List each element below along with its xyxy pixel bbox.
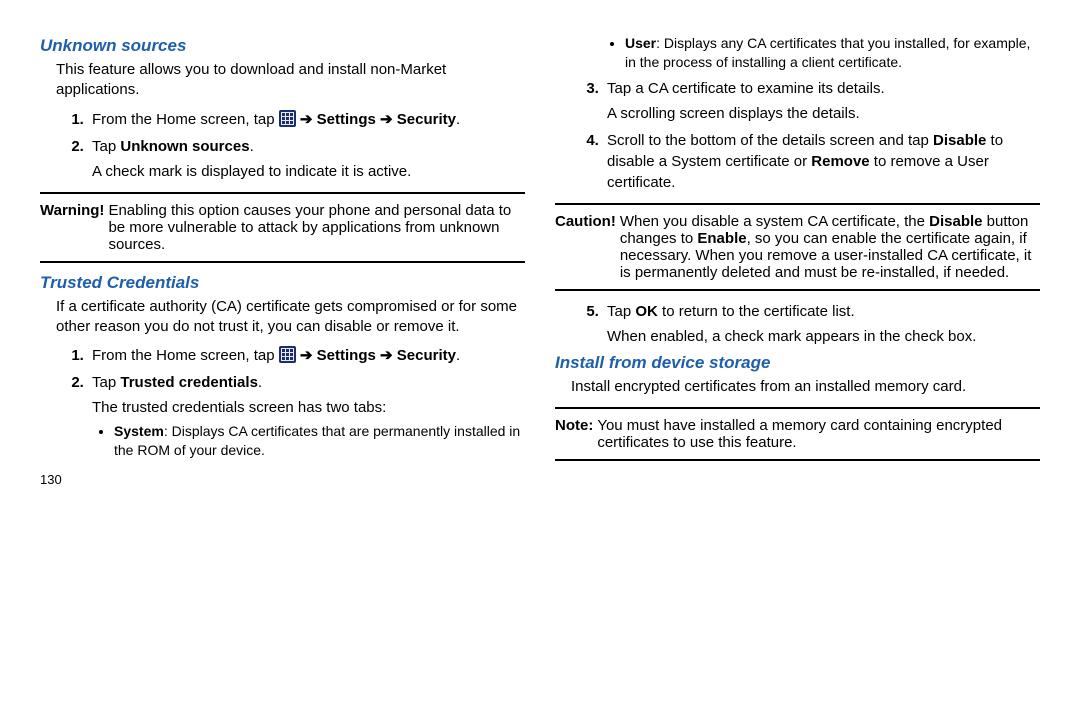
step-text: Tap	[92, 374, 120, 391]
heading-trusted-credentials: Trusted Credentials	[40, 273, 525, 293]
label-trusted-credentials: Trusted credentials	[120, 374, 258, 391]
step-text: Tap	[92, 138, 120, 155]
step-sub: A check mark is displayed to indicate it…	[92, 161, 525, 182]
step-1: From the Home screen, tap ➔ Settings ➔ S…	[88, 345, 525, 366]
steps-trusted-end: Tap OK to return to the certificate list…	[555, 301, 1040, 347]
steps-trusted: From the Home screen, tap ➔ Settings ➔ S…	[40, 345, 525, 460]
steps-trusted-cont: Tap a CA certificate to examine its deta…	[555, 78, 1040, 193]
apps-grid-icon	[279, 346, 296, 363]
label-remove: Remove	[811, 153, 869, 170]
arrow-icon: ➔	[380, 111, 393, 128]
steps-unknown-sources: From the Home screen, tap ➔ Settings ➔ S…	[40, 109, 525, 182]
arrow-icon: ➔	[300, 111, 313, 128]
intro-trusted: If a certificate authority (CA) certific…	[40, 297, 525, 338]
label-unknown-sources: Unknown sources	[120, 138, 249, 155]
step-sub: The trusted credentials screen has two t…	[92, 397, 525, 418]
step-4: Scroll to the bottom of the details scre…	[603, 130, 1040, 193]
step-1: From the Home screen, tap ➔ Settings ➔ S…	[88, 109, 525, 130]
step-3: Tap a CA certificate to examine its deta…	[603, 78, 1040, 124]
intro-unknown-sources: This feature allows you to download and …	[40, 60, 525, 101]
warning-label: Warning!	[40, 202, 104, 253]
label-disable: Disable	[929, 213, 982, 230]
label-security: Security	[397, 347, 456, 364]
caution-box: Caution! When you disable a system CA ce…	[555, 203, 1040, 291]
heading-install-storage: Install from device storage	[555, 353, 1040, 373]
bullet-system: System: Displays CA certificates that ar…	[114, 422, 525, 460]
tabs-list: System: Displays CA certificates that ar…	[92, 422, 525, 460]
page-number: 130	[40, 472, 525, 487]
bullet-text: : Displays any CA certificates that you …	[625, 35, 1030, 70]
caution-body: When you disable a system CA certificate…	[620, 213, 1040, 281]
step-text: Tap a CA certificate to examine its deta…	[607, 80, 885, 97]
label-settings: Settings	[317, 347, 376, 364]
right-column: User: Displays any CA certificates that …	[555, 30, 1040, 710]
step-2: Tap Unknown sources. A check mark is dis…	[88, 136, 525, 182]
note-box: Note: You must have installed a memory c…	[555, 407, 1040, 461]
label-ok: OK	[635, 303, 658, 320]
step-text: Tap	[607, 303, 635, 320]
heading-unknown-sources: Unknown sources	[40, 36, 525, 56]
manual-page: Unknown sources This feature allows you …	[0, 0, 1080, 720]
label-user: User	[625, 35, 656, 51]
note-label: Note:	[555, 417, 593, 451]
step-2: Tap Trusted credentials. The trusted cre…	[88, 372, 525, 460]
step-text: From the Home screen, tap	[92, 347, 279, 364]
step-text: From the Home screen, tap	[92, 111, 279, 128]
label-security: Security	[397, 111, 456, 128]
note-body: You must have installed a memory card co…	[597, 417, 1040, 451]
step-text: Scroll to the bottom of the details scre…	[607, 132, 933, 149]
apps-grid-icon	[279, 110, 296, 127]
label-system: System	[114, 423, 164, 439]
step-text: to return to the certificate list.	[658, 303, 855, 320]
left-column: Unknown sources This feature allows you …	[40, 30, 525, 710]
bullet-user: User: Displays any CA certificates that …	[625, 34, 1040, 72]
label-disable: Disable	[933, 132, 986, 149]
step-sub: When enabled, a check mark appears in th…	[607, 326, 1040, 347]
intro-install: Install encrypted certificates from an i…	[555, 377, 1040, 397]
caution-text: When you disable a system CA certificate…	[620, 213, 929, 230]
warning-body: Enabling this option causes your phone a…	[108, 202, 525, 253]
label-settings: Settings	[317, 111, 376, 128]
bullet-text: : Displays CA certificates that are perm…	[114, 423, 520, 458]
arrow-icon: ➔	[300, 347, 313, 364]
arrow-icon: ➔	[380, 347, 393, 364]
step-punct: .	[250, 138, 254, 155]
tabs-list-cont: User: Displays any CA certificates that …	[555, 34, 1040, 72]
label-enable: Enable	[697, 230, 746, 247]
caution-label: Caution!	[555, 213, 616, 281]
step-5: Tap OK to return to the certificate list…	[603, 301, 1040, 347]
warning-box: Warning! Enabling this option causes you…	[40, 192, 525, 263]
step-sub: A scrolling screen displays the details.	[607, 103, 1040, 124]
